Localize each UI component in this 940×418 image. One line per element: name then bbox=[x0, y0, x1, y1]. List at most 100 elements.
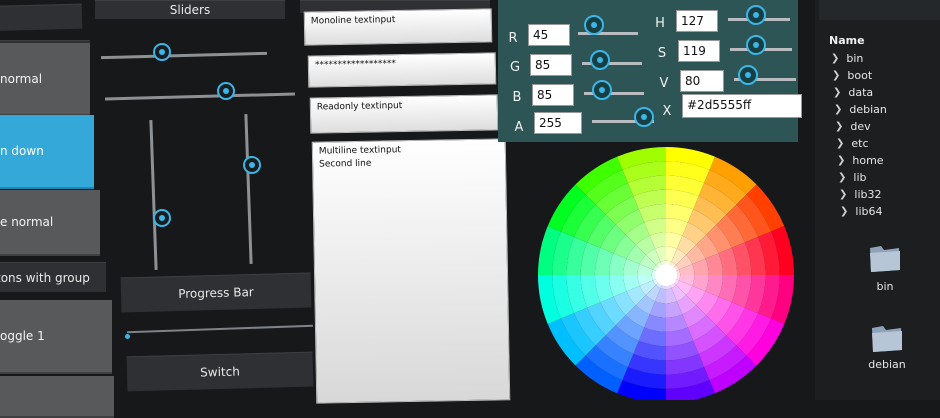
red-slider-knob[interactable] bbox=[584, 15, 604, 35]
password-textinput[interactable]: ****************** bbox=[307, 52, 497, 88]
hex-input[interactable]: #2d5555ff bbox=[682, 94, 802, 118]
buttons-panel-header bbox=[0, 3, 83, 32]
chevron-right-icon: ❯ bbox=[831, 53, 840, 64]
tree-item-etc[interactable]: ❯ etc bbox=[836, 137, 869, 150]
green-label: G bbox=[509, 60, 521, 75]
color-picker-panel: R 45 G 85 B 85 A 255 H 127 S 119 V 80 X … bbox=[498, 0, 808, 400]
hue-input[interactable]: 127 bbox=[676, 10, 718, 32]
hue-label: H bbox=[655, 16, 665, 31]
file-chooser-header-strip bbox=[819, 0, 940, 20]
chevron-right-icon: ❯ bbox=[832, 70, 841, 81]
value-slider-knob[interactable] bbox=[738, 65, 758, 85]
tree-item-home[interactable]: ❯ home bbox=[837, 154, 884, 167]
chevron-right-icon: ❯ bbox=[833, 87, 842, 98]
folder-debian[interactable]: debian bbox=[857, 320, 917, 380]
tree-item-debian[interactable]: ❯ debian bbox=[834, 103, 887, 116]
vertical-slider-1-track[interactable] bbox=[149, 119, 158, 271]
tree-item-label: debian bbox=[849, 103, 887, 116]
monoline-textinput[interactable]: Monoline textinput bbox=[303, 8, 493, 46]
sliders-title-text: Sliders bbox=[169, 3, 211, 17]
toggle-1-label: oggle 1 bbox=[0, 329, 45, 343]
folder-icon bbox=[870, 246, 900, 272]
chevron-right-icon: ❯ bbox=[835, 121, 844, 132]
sliders-title: Sliders bbox=[95, 0, 285, 19]
progress-bar-label: Progress Bar bbox=[178, 285, 254, 301]
toggle-normal-label: e normal bbox=[0, 215, 54, 229]
green-input[interactable]: 85 bbox=[530, 54, 572, 76]
blue-input[interactable]: 85 bbox=[532, 84, 574, 106]
tree-item-label: etc bbox=[851, 137, 869, 150]
button-down-state[interactable]: n down bbox=[0, 115, 94, 189]
button-normal-label: normal bbox=[0, 72, 43, 86]
red-label: R bbox=[508, 31, 518, 46]
chevron-right-icon: ❯ bbox=[840, 206, 849, 217]
tree-item-data[interactable]: ❯ data bbox=[833, 86, 873, 99]
horizontal-slider-1-knob[interactable] bbox=[153, 43, 171, 61]
hue-slider-knob[interactable] bbox=[746, 5, 766, 25]
switch-header: Switch bbox=[126, 351, 314, 392]
chevron-right-icon: ❯ bbox=[836, 138, 845, 149]
tree-item-label: lib64 bbox=[855, 205, 883, 218]
tree-item-dev[interactable]: ❯ dev bbox=[835, 120, 871, 133]
saturation-label: S bbox=[657, 46, 667, 61]
switch-label: Switch bbox=[199, 364, 241, 380]
tree-item-bin[interactable]: ❯ bin bbox=[831, 52, 863, 65]
saturation-slider-knob[interactable] bbox=[746, 35, 766, 55]
chevron-right-icon: ❯ bbox=[838, 172, 847, 183]
horizontal-slider-2-knob[interactable] bbox=[217, 82, 235, 100]
monoline-textinput-text: Monoline textinput bbox=[310, 15, 396, 27]
folder-label-debian: debian bbox=[868, 358, 906, 371]
alpha-input[interactable]: 255 bbox=[534, 112, 582, 134]
toggle-normal-button[interactable]: e normal bbox=[0, 190, 100, 256]
tree-item-label: lib bbox=[853, 171, 867, 184]
blue-slider-knob[interactable] bbox=[592, 80, 612, 100]
progress-bar-header: Progress Bar bbox=[120, 272, 312, 313]
folder-icon bbox=[872, 326, 902, 352]
tree-item-label: lib32 bbox=[854, 188, 882, 201]
horizontal-slider-1-track[interactable] bbox=[100, 51, 268, 60]
color-wheel[interactable] bbox=[536, 140, 796, 400]
multiline-line-2: Second line bbox=[319, 158, 372, 170]
password-textinput-text: ****************** bbox=[314, 59, 396, 71]
tree-item-label: home bbox=[852, 154, 884, 167]
multiline-textinput[interactable]: Multiline textinput Second line bbox=[311, 138, 511, 404]
buttons-panel: s normal n down e normal tons with group… bbox=[0, 0, 114, 418]
tree-item-lib[interactable]: ❯ lib bbox=[838, 171, 867, 184]
tree-item-boot[interactable]: ❯ boot bbox=[832, 69, 872, 82]
folder-label-bin: bin bbox=[876, 280, 894, 293]
vertical-slider-1-knob[interactable] bbox=[153, 209, 171, 227]
red-input[interactable]: 45 bbox=[528, 24, 570, 46]
alpha-slider-knob[interactable] bbox=[634, 107, 654, 127]
progress-bar-track bbox=[127, 324, 313, 334]
readonly-textinput-text: Readonly textinput bbox=[316, 101, 403, 113]
readonly-textinput: Readonly textinput bbox=[309, 94, 499, 134]
button-down-label: n down bbox=[0, 144, 44, 158]
value-label: V bbox=[659, 76, 669, 91]
chevron-right-icon: ❯ bbox=[839, 189, 848, 200]
file-chooser-panel: Name ❯ bin ❯ boot ❯ data ❯ debian ❯ dev ❯ etc … bbox=[815, 0, 940, 400]
tree-item-lib64[interactable]: ❯ lib64 bbox=[840, 205, 882, 218]
folder-bin[interactable]: bin bbox=[855, 240, 915, 300]
tree-item-label: bin bbox=[846, 52, 864, 65]
blue-label: B bbox=[512, 90, 522, 105]
tree-item-label: boot bbox=[847, 69, 873, 82]
hex-label: X bbox=[662, 104, 672, 119]
vertical-slider-2-knob[interactable] bbox=[243, 156, 261, 174]
toggle-group-header-text: tons with group bbox=[0, 270, 90, 285]
color-wheel-center[interactable] bbox=[655, 264, 677, 286]
horizontal-slider-2-track[interactable] bbox=[104, 92, 296, 101]
value-input[interactable]: 80 bbox=[680, 70, 724, 92]
vertical-slider-2-track[interactable] bbox=[244, 113, 253, 265]
chevron-right-icon: ❯ bbox=[834, 104, 843, 115]
tree-item-label: dev bbox=[850, 120, 871, 133]
green-slider-knob[interactable] bbox=[590, 50, 610, 70]
toggle-group-header: tons with group bbox=[0, 262, 106, 292]
tree-item-label: data bbox=[848, 86, 874, 99]
sliders-panel: Sliders Progress Bar Switch bbox=[95, 0, 325, 400]
saturation-input[interactable]: 119 bbox=[678, 40, 720, 62]
progress-bar-indicator bbox=[125, 334, 130, 339]
multiline-line-1: Multiline textinput bbox=[318, 145, 401, 157]
tree-item-lib32[interactable]: ❯ lib32 bbox=[839, 188, 881, 201]
button-normal-state[interactable]: normal bbox=[0, 44, 90, 116]
name-column-header[interactable]: Name bbox=[829, 34, 865, 47]
